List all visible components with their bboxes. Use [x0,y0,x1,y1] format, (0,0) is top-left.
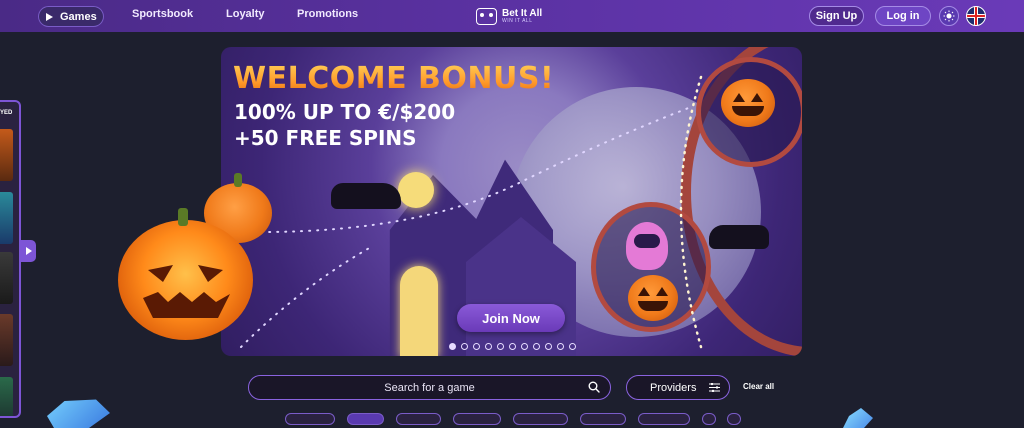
promo-banner[interactable]: WELCOME BONUS! 100% UP TO €/$200 +50 FRE… [221,47,802,356]
category-chip[interactable] [396,413,441,425]
uk-flag-icon[interactable] [966,6,986,26]
game-thumbnail[interactable] [0,252,13,304]
providers-label: Providers [650,381,697,394]
carousel-dot[interactable] [449,343,456,350]
nav-sportsbook[interactable]: Sportsbook [132,8,193,20]
carousel-dot[interactable] [533,343,540,350]
recently-played-title: YED [0,110,13,116]
category-chip[interactable] [347,413,384,425]
nav-loyalty[interactable]: Loyalty [226,8,265,20]
game-thumbnail[interactable] [0,192,13,244]
logo-name: Bet It All [502,7,543,19]
gem-decoration [843,408,873,428]
carousel-pagination [449,343,576,350]
nav-games-label: Games [60,10,97,23]
jack-o-lantern-illustration [118,208,253,340]
filter-sliders-icon [709,383,720,392]
join-now-button[interactable]: Join Now [457,304,565,332]
search-icon[interactable] [588,381,600,393]
clear-all-link[interactable]: Clear all [743,382,774,391]
nav-games-tab[interactable]: Games [38,6,104,27]
game-search-bar[interactable] [248,375,611,400]
recently-played-panel: YED [0,100,21,418]
sun-icon[interactable] [939,6,959,26]
carousel-dot[interactable] [557,343,564,350]
sidebar-expand-button[interactable] [21,240,36,262]
play-icon [46,12,53,21]
banner-offer-line-1: 100% UP TO €/$200 [234,100,456,124]
carousel-dot[interactable] [509,343,516,350]
game-thumbnail[interactable] [0,377,13,416]
carousel-dot[interactable] [569,343,576,350]
category-chip[interactable] [453,413,501,425]
category-chip[interactable] [638,413,690,425]
log-in-button[interactable]: Log in [875,6,931,26]
category-chip[interactable] [702,413,716,425]
nav-promotions[interactable]: Promotions [297,8,358,20]
providers-filter-button[interactable]: Providers [626,375,730,400]
logo-icon [476,7,497,25]
game-thumbnail[interactable] [0,129,13,181]
carousel-dot[interactable] [485,343,492,350]
search-input[interactable] [279,381,580,394]
category-chip[interactable] [513,413,568,425]
top-navigation-bar: Games Sportsbook Loyalty Promotions Bet … [0,0,1024,32]
carousel-dot[interactable] [497,343,504,350]
logo-tagline: WIN IT ALL [502,17,533,24]
category-chip[interactable] [580,413,626,425]
banner-offer-line-2: +50 FREE SPINS [234,126,417,150]
gem-decoration [47,399,110,428]
carousel-dot[interactable] [461,343,468,350]
category-chip[interactable] [727,413,741,425]
banner-title: WELCOME BONUS! [233,61,555,96]
chevron-right-icon [25,247,32,255]
brand-logo[interactable]: Bet It All WIN IT ALL [476,6,542,26]
sign-up-button[interactable]: Sign Up [809,6,864,26]
category-chip[interactable] [285,413,335,425]
game-thumbnail[interactable] [0,314,13,366]
carousel-dot[interactable] [521,343,528,350]
carousel-dot[interactable] [473,343,480,350]
carousel-dot[interactable] [545,343,552,350]
